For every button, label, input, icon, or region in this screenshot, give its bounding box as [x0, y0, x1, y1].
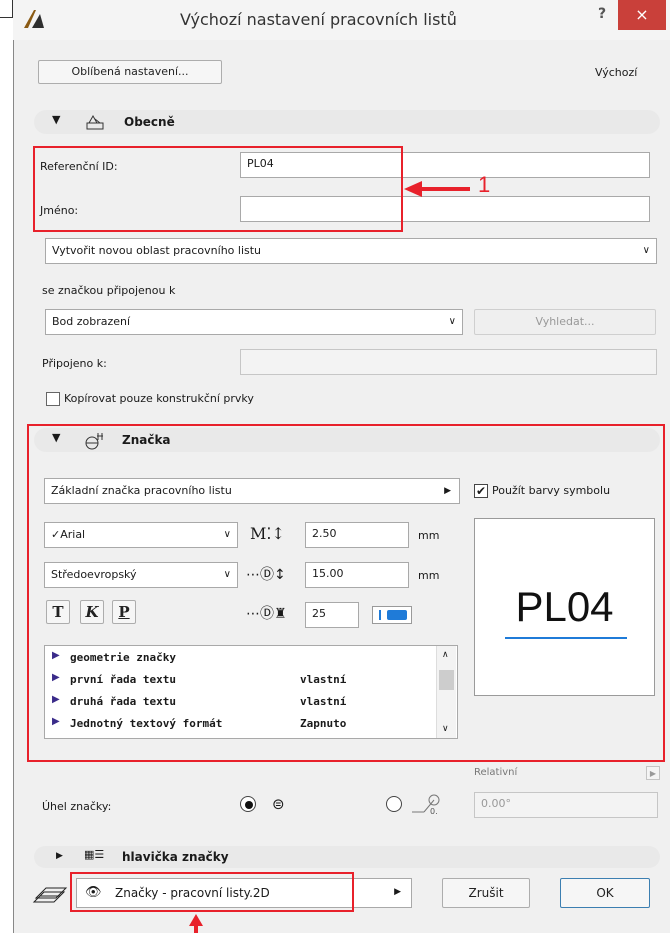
- annotation-arrow-2: [188, 914, 204, 933]
- view-point-select[interactable]: Bod zobrazení ∨: [45, 309, 463, 335]
- script-select[interactable]: Středoevropský ∨: [44, 562, 238, 588]
- window-title: Výchozí nastavení pracovních listů: [180, 10, 457, 29]
- chevron-down-icon: ∨: [448, 316, 456, 327]
- play-arrow-icon: ▶: [394, 887, 401, 897]
- text-size-unit: mm: [418, 529, 440, 542]
- attached-input[interactable]: [240, 349, 657, 375]
- header-section-title: hlavička značky: [122, 850, 229, 864]
- marker-preview: PL04: [474, 518, 655, 696]
- script-value: Středoevropský: [51, 568, 137, 581]
- svg-text:0.: 0.: [430, 807, 438, 816]
- annotation-arrow-1: [400, 178, 520, 200]
- chevron-down-icon: ∨: [223, 569, 231, 580]
- chevron-down-icon: ∨: [223, 529, 231, 540]
- create-area-select[interactable]: Vytvořit novou oblast pracovního listu ∨: [45, 238, 657, 264]
- annotation-number-1: 1: [478, 172, 491, 197]
- list-item-name[interactable]: Jednotný textový formát: [70, 717, 222, 730]
- archicad-logo-icon: [22, 8, 46, 30]
- play-arrow-icon: ▶: [444, 486, 451, 496]
- scroll-down-icon[interactable]: ∨: [442, 724, 449, 734]
- italic-button[interactable]: K: [80, 600, 104, 624]
- marker-symbol-icon: [84, 430, 106, 450]
- view-point-value: Bod zobrazení: [52, 315, 131, 328]
- annotation-box-layer: [70, 872, 354, 912]
- expand-triangle-icon[interactable]: ▶: [56, 851, 63, 861]
- list-item-name[interactable]: geometrie značky: [70, 651, 176, 664]
- marker-diameter-unit: mm: [418, 569, 440, 582]
- radio-dot: [245, 801, 253, 809]
- text-size-icon: M⁚↕: [250, 524, 285, 543]
- angle-input[interactable]: 0.00°: [474, 792, 658, 818]
- pen-color-block: [387, 610, 407, 620]
- pen-color-swatch[interactable]: [372, 606, 412, 624]
- collapse-triangle-icon[interactable]: ▼: [52, 431, 60, 444]
- list-item-value: vlastní: [300, 673, 347, 686]
- list-scrollbar[interactable]: ∧ ∨: [436, 646, 456, 738]
- chevron-down-icon: ∨: [642, 245, 650, 256]
- marker-header-icon: ▦☰: [84, 848, 105, 861]
- copy-checkbox[interactable]: [46, 392, 60, 406]
- bold-button[interactable]: T: [46, 600, 70, 624]
- scroll-thumb[interactable]: [439, 670, 454, 690]
- close-button[interactable]: ×: [618, 0, 666, 30]
- collapse-triangle-icon[interactable]: ▼: [52, 113, 60, 126]
- help-button[interactable]: ?: [598, 6, 606, 22]
- list-item-value: Zapnuto: [300, 717, 347, 730]
- linked-label: se značkou připojenou k: [42, 284, 176, 297]
- background-window-edge: [0, 0, 13, 18]
- general-settings-icon: [86, 114, 104, 130]
- search-button[interactable]: Vyhledat...: [474, 309, 656, 335]
- relative-toggle[interactable]: ▶: [646, 766, 660, 780]
- text-size-input[interactable]: 2.50: [305, 522, 409, 548]
- marker-diameter-input[interactable]: 15.00: [305, 562, 409, 588]
- copy-label: Kopírovat pouze konstrukční prvky: [64, 392, 254, 405]
- attached-label: Připojeno k:: [42, 357, 107, 370]
- favorites-button[interactable]: Oblíbená nastavení...: [38, 60, 222, 84]
- list-item-name[interactable]: první řada textu: [70, 673, 176, 686]
- pen-number-input[interactable]: 25: [305, 602, 359, 628]
- list-item-value: vlastní: [300, 695, 347, 708]
- angle-absolute-radio[interactable]: [240, 796, 256, 812]
- marker-diameter-icon: ⋯Ⓓ↕: [246, 567, 286, 583]
- ok-button[interactable]: OK: [560, 878, 650, 908]
- preview-text: PL04: [515, 583, 614, 630]
- scroll-up-icon[interactable]: ∧: [442, 650, 449, 660]
- use-symbol-colors-checkbox[interactable]: ✔: [474, 484, 488, 498]
- marker-type-selector[interactable]: Základní značka pracovního listu ▶: [44, 478, 460, 504]
- underline-button[interactable]: P: [112, 600, 136, 624]
- layers-icon: [30, 880, 70, 906]
- create-area-value: Vytvořit novou oblast pracovního listu: [52, 244, 262, 257]
- relative-label: Relativní: [474, 767, 518, 778]
- pen-color-bar: [379, 610, 381, 620]
- font-select[interactable]: ✓Arial ∨: [44, 522, 238, 548]
- pen-icon: ⋯Ⓓ♜: [246, 606, 287, 622]
- relative-angle-icon: 0.: [410, 792, 444, 816]
- marker-type-value: Základní značka pracovního listu: [51, 484, 232, 497]
- horizontal-angle-icon: ⊜: [272, 795, 285, 813]
- list-item-name[interactable]: druhá řada textu: [70, 695, 176, 708]
- use-symbol-colors-label: Použít barvy symbolu: [492, 484, 611, 497]
- preview-underline: [505, 637, 627, 639]
- expand-triangle-icon[interactable]: ▶: [52, 716, 60, 727]
- font-value: ✓Arial: [51, 528, 86, 541]
- default-label: Výchozí: [595, 66, 638, 79]
- expand-triangle-icon[interactable]: ▶: [52, 672, 60, 683]
- angle-relative-radio[interactable]: [386, 796, 402, 812]
- marker-angle-label: Úhel značky:: [42, 800, 112, 813]
- general-section-title: Obecně: [124, 115, 175, 129]
- annotation-box-1: [33, 146, 403, 232]
- marker-section-title: Značka: [122, 433, 171, 447]
- expand-triangle-icon[interactable]: ▶: [52, 650, 60, 661]
- cancel-button[interactable]: Zrušit: [442, 878, 530, 908]
- expand-triangle-icon[interactable]: ▶: [52, 694, 60, 705]
